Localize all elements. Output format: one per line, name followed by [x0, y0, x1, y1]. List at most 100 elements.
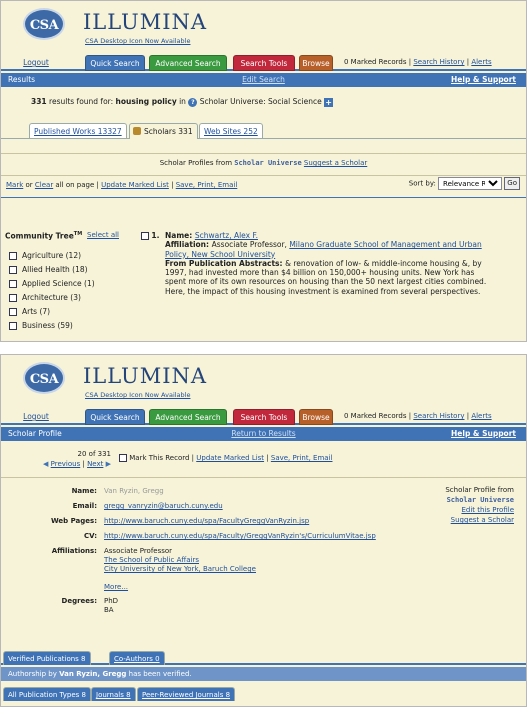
- alerts-link[interactable]: Alerts: [471, 58, 491, 66]
- help-icon[interactable]: ?: [188, 97, 198, 107]
- cv-link[interactable]: http://www.baruch.cuny.edu/spa/Faculty/G…: [104, 532, 376, 540]
- or-text: or: [23, 181, 35, 189]
- tree-item[interactable]: Arts (7): [9, 307, 50, 316]
- checkbox[interactable]: [9, 308, 17, 316]
- go-button[interactable]: Go: [504, 177, 520, 190]
- name-label: Name:: [71, 487, 97, 495]
- profile-from-text: Scholar Profile from: [445, 486, 514, 494]
- plus-icon[interactable]: +: [324, 97, 334, 107]
- tab-quick-search[interactable]: Quick Search: [85, 409, 145, 425]
- degrees-label: Degrees:: [61, 597, 97, 605]
- save-print-email-link[interactable]: Save, Print, Email: [176, 181, 238, 189]
- tab-advanced-search[interactable]: Advanced Search: [149, 55, 227, 71]
- clear-all-link[interactable]: Clear: [35, 181, 53, 189]
- tab-verified-publications[interactable]: Verified Publications 8: [3, 651, 91, 665]
- scholar-icon: [133, 127, 141, 135]
- publication-tabs: Verified Publications 8 Co-Authors 0: [1, 651, 526, 665]
- desktop-icon-link[interactable]: CSA Desktop Icon Now Available: [85, 37, 190, 45]
- tab-search-tools[interactable]: Search Tools: [233, 409, 295, 425]
- affiliation-link[interactable]: Milano Graduate School of Management and…: [289, 240, 481, 249]
- mark-record-checkbox[interactable]: [119, 454, 127, 462]
- sort-select[interactable]: Relevance Rank: [438, 177, 503, 190]
- tab-published-works[interactable]: Published Works 13327: [29, 123, 127, 138]
- tab-peer-reviewed-journals[interactable]: Peer-Reviewed Journals 8: [137, 687, 236, 701]
- update-marked-list-link[interactable]: Update Marked List: [101, 181, 169, 189]
- profile-side: Scholar Profile from Scholar Universe Ed…: [445, 485, 514, 525]
- main-nav: Logout Quick Search Advanced Search Sear…: [1, 407, 526, 425]
- tab-co-authors[interactable]: Co-Authors 0: [109, 651, 165, 665]
- tab-advanced-search[interactable]: Advanced Search: [149, 409, 227, 425]
- profile-bar: Scholar Profile Return to Results Help &…: [1, 427, 526, 441]
- edit-profile-link[interactable]: Edit this Profile: [461, 506, 514, 514]
- name-label: Name:: [165, 231, 195, 240]
- scholar-universe-logo: Scholar Universe: [446, 496, 514, 504]
- email-link[interactable]: gregg_vanryzin@baruch.cuny.edu: [104, 502, 223, 510]
- update-marked-list-link[interactable]: Update Marked List: [196, 454, 264, 462]
- checkbox[interactable]: [9, 294, 17, 302]
- suggest-scholar-link[interactable]: Suggest a Scholar: [451, 516, 514, 524]
- authorship-prefix: Authorship by: [8, 670, 60, 678]
- scholar-name: Van Ryzin, Gregg: [104, 487, 164, 495]
- tree-item[interactable]: Agriculture (12): [9, 251, 81, 260]
- return-to-results-link[interactable]: Return to Results: [1, 427, 526, 441]
- tab-quick-search[interactable]: Quick Search: [85, 55, 145, 71]
- tree-title-text: Community Tree: [5, 231, 74, 241]
- alerts-link[interactable]: Alerts: [471, 412, 491, 420]
- tab-journals[interactable]: Journals 8: [91, 687, 136, 701]
- web-page-link[interactable]: http://www.baruch.cuny.edu/spa/FacultyGr…: [104, 517, 309, 525]
- affiliation-college-link[interactable]: City University of New York, Baruch Coll…: [104, 565, 256, 573]
- tab-browse[interactable]: Browse: [299, 409, 333, 425]
- top-right-links: 0 Marked Records | Search History | Aler…: [344, 58, 492, 66]
- help-support-link[interactable]: Help & Support: [451, 73, 516, 87]
- search-history-link[interactable]: Search History: [413, 412, 464, 420]
- tab-scholars[interactable]: Scholars 331: [129, 123, 198, 139]
- checkbox[interactable]: [9, 322, 17, 330]
- logout-link[interactable]: Logout: [19, 55, 53, 71]
- abstract-line: Here, the impact of this housing investm…: [165, 286, 481, 296]
- select-all-link[interactable]: Select all: [87, 231, 119, 239]
- marked-records-count: 0 Marked Records: [344, 412, 407, 420]
- tree-item[interactable]: Applied Science (1): [9, 279, 95, 288]
- pager: 20 of 331 ◀ Previous | Next ▶: [31, 449, 111, 469]
- web-pages-label: Web Pages:: [50, 517, 97, 525]
- marked-records-count: 0 Marked Records: [344, 58, 407, 66]
- previous-link[interactable]: Previous: [51, 460, 81, 468]
- main-nav: Logout Quick Search Advanced Search Sear…: [1, 53, 526, 71]
- tree-item-label: Agriculture (12): [22, 251, 82, 260]
- scholar-name-link[interactable]: Schwartz, Alex F.: [195, 231, 258, 240]
- mark-all-link[interactable]: Mark: [6, 181, 23, 189]
- result-body: Name: Schwartz, Alex F. Affiliation: Ass…: [165, 231, 520, 296]
- checkbox[interactable]: [9, 280, 17, 288]
- tab-browse[interactable]: Browse: [299, 55, 333, 71]
- next-link[interactable]: Next: [87, 460, 103, 468]
- search-history-link[interactable]: Search History: [413, 58, 464, 66]
- tree-item-label: Arts (7): [22, 307, 51, 316]
- tab-web-sites[interactable]: Web Sites 252: [199, 123, 263, 138]
- record-mark-bar: Mark This Record | Update Marked List | …: [119, 454, 332, 462]
- checkbox[interactable]: [9, 252, 17, 260]
- checkbox[interactable]: [9, 266, 17, 274]
- tree-item-label: Applied Science (1): [22, 279, 95, 288]
- more-link[interactable]: More...: [104, 583, 128, 591]
- affiliation-title: Associate Professor: [104, 547, 173, 555]
- result-checkbox[interactable]: [141, 232, 149, 240]
- save-print-email-link[interactable]: Save, Print, Email: [271, 454, 333, 462]
- tree-item[interactable]: Business (59): [9, 321, 73, 330]
- abstracts-label: From Publication Abstracts:: [165, 258, 286, 268]
- edit-search-link[interactable]: Edit Search: [1, 73, 526, 87]
- logout-link[interactable]: Logout: [19, 409, 53, 425]
- profiles-prefix: Scholar Profiles from: [159, 159, 235, 167]
- desktop-icon-link[interactable]: CSA Desktop Icon Now Available: [85, 391, 190, 399]
- suggest-scholar-link[interactable]: Suggest a Scholar: [304, 159, 367, 167]
- mark-record-label: Mark This Record: [129, 454, 190, 462]
- tab-scholars-label: Scholars 331: [144, 127, 193, 136]
- tree-item[interactable]: Allied Health (18): [9, 265, 88, 274]
- help-support-link[interactable]: Help & Support: [451, 427, 516, 441]
- affiliation-link-cont[interactable]: Policy, New School University: [165, 250, 275, 259]
- email-label: Email:: [72, 502, 97, 510]
- tree-item[interactable]: Architecture (3): [9, 293, 81, 302]
- affiliations-label: Affiliations:: [51, 547, 97, 555]
- tab-all-publication-types[interactable]: All Publication Types 8: [3, 687, 91, 701]
- affiliation-school-link[interactable]: The School of Public Affairs: [104, 556, 199, 564]
- tab-search-tools[interactable]: Search Tools: [233, 55, 295, 71]
